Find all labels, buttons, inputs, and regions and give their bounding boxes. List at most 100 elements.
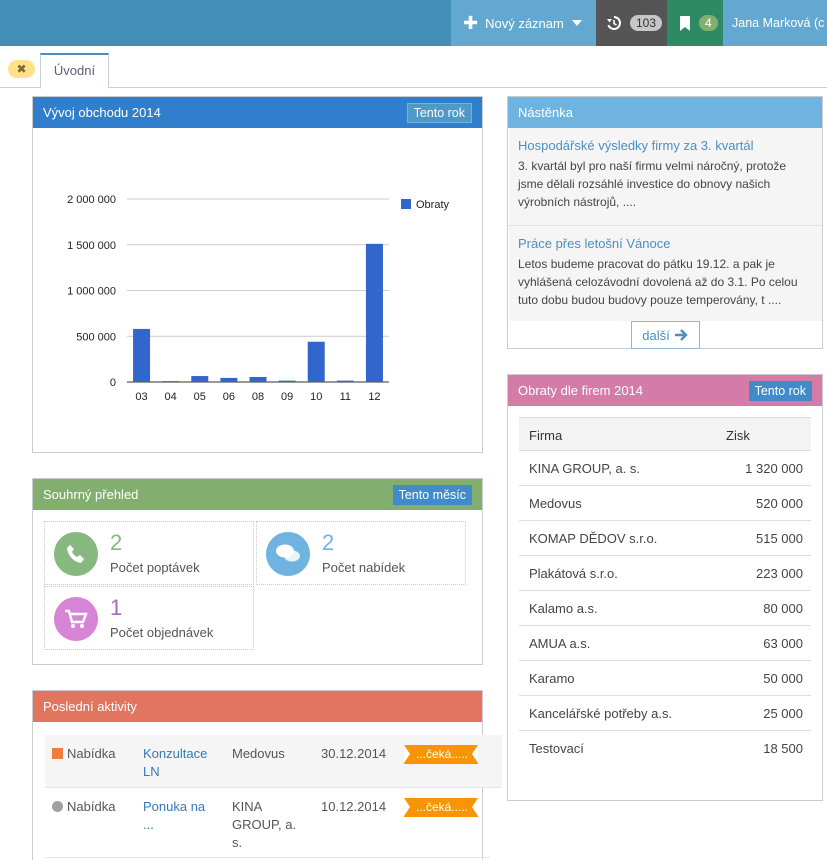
table-row: Karamo 50 000 xyxy=(519,661,811,696)
board-post[interactable]: Práce přes letošní Vánoce Letos budeme p… xyxy=(509,225,822,321)
firm-name: Testovací xyxy=(529,741,584,756)
summary-widget-title: Souhrný přehled xyxy=(43,487,139,502)
history-button[interactable]: 103 xyxy=(596,0,667,46)
table-row: Medovus 520 000 xyxy=(519,486,811,521)
square-bullet-icon xyxy=(52,748,63,759)
firm-profit: 520 000 xyxy=(756,496,803,511)
summary-offers-label: Počet nabídek xyxy=(322,560,406,575)
x-tick-label: 11 xyxy=(340,391,351,403)
firm-profit: 18 500 xyxy=(763,741,803,756)
activity-date: 30.12.2014 xyxy=(321,746,387,761)
tab-uvodni[interactable]: Úvodní xyxy=(40,53,109,89)
legend-label: Obraty xyxy=(416,199,450,211)
summary-orders[interactable]: 1 Počet objednávek xyxy=(44,586,254,650)
board-post-title[interactable]: Hospodářské výsledky firmy za 3. kvartál xyxy=(518,138,813,153)
activity-row[interactable]: Nabídka Konzultace LN Medovus 30.12.2014… xyxy=(45,735,502,788)
summary-period-button[interactable]: Tento měsíc xyxy=(392,485,472,505)
business-widget-header: Vývoj obchodu 2014 Tento rok xyxy=(33,97,482,128)
bookmarks-button[interactable]: 4 xyxy=(667,0,723,46)
activity-type: Nabídka xyxy=(52,746,115,761)
shopping-cart-icon xyxy=(54,597,98,641)
y-tick-label: 2 000 000 xyxy=(67,194,116,206)
business-period-button[interactable]: Tento rok xyxy=(406,103,472,123)
plus-icon: ✚ xyxy=(463,13,479,33)
chart-bar[interactable] xyxy=(249,376,267,382)
activity-subject-link[interactable]: Konzultace LN xyxy=(143,745,218,781)
caret-down-icon xyxy=(571,20,582,26)
board-widget-title: Nástěnka xyxy=(518,105,573,120)
activity-type-label: Nabídka xyxy=(67,799,116,814)
summary-offers[interactable]: 2 Počet nabídek xyxy=(256,521,466,585)
firm-profit: 223 000 xyxy=(756,566,803,581)
column-header-profit[interactable]: Zisk xyxy=(726,428,750,443)
board-post-text: 3. kvartál byl pro naší firmu velmi náro… xyxy=(518,159,787,209)
activities-widget-header: Poslední aktivity xyxy=(33,691,482,722)
summary-widget: Souhrný přehled Tento měsíc 2 Počet popt… xyxy=(32,478,483,665)
firm-name: Kalamo a.s. xyxy=(529,601,598,616)
firms-widget-title: Obraty dle firem 2014 xyxy=(518,383,644,398)
table-row: Kancelářské potřeby a.s. 25 000 xyxy=(519,696,811,731)
board-more-label: další xyxy=(642,327,670,343)
bookmark-icon xyxy=(680,15,690,31)
firm-profit: 1 320 000 xyxy=(745,461,803,476)
x-tick-label: 09 xyxy=(281,391,293,403)
firm-name: Kancelářské potřeby a.s. xyxy=(529,706,673,721)
firms-table-body: KINA GROUP, a. s. 1 320 000 Medovus 520 000… xyxy=(519,451,811,766)
x-tick-label: 06 xyxy=(223,391,235,403)
table-row: KINA GROUP, a. s. 1 320 000 xyxy=(519,451,811,486)
board-post-title[interactable]: Práce přes letošní Vánoce xyxy=(518,236,813,251)
column-header-firm[interactable]: Firma xyxy=(529,428,562,443)
activities-widget: Poslední aktivity Nabídka Konzultace LN … xyxy=(32,690,502,860)
chart-bar[interactable] xyxy=(162,381,180,382)
activities-widget-title: Poslední aktivity xyxy=(43,699,137,714)
x-tick-label: 08 xyxy=(252,391,264,403)
chart-bar[interactable] xyxy=(307,341,325,382)
board-post[interactable]: Hospodářské výsledky firmy za 3. kvartál… xyxy=(509,128,822,225)
summary-orders-label: Počet objednávek xyxy=(110,625,214,640)
firm-name: Medovus xyxy=(529,496,582,511)
new-record-label: Nový záznam xyxy=(485,15,564,31)
activity-status-badge: ...čeká..... xyxy=(404,745,479,764)
chart-bar[interactable] xyxy=(336,380,354,382)
firm-name: Karamo xyxy=(529,671,575,686)
table-row: Testovací 18 500 xyxy=(519,731,811,766)
board-more-button[interactable]: další xyxy=(631,321,700,349)
table-row: Kalamo a.s. 80 000 xyxy=(519,591,811,626)
new-record-button[interactable]: ✚ Nový záznam xyxy=(451,0,596,46)
summary-orders-value: 1 xyxy=(110,595,123,620)
activity-row[interactable]: Nabídka Ponuka na ... KINA GROUP, a. s. … xyxy=(45,788,490,858)
user-menu[interactable]: Jana Marková (c xyxy=(723,0,827,46)
table-row: KOMAP DĚDOV s.r.o. 515 000 xyxy=(519,521,811,556)
y-tick-label: 500 000 xyxy=(76,331,116,343)
chart-bar[interactable] xyxy=(365,243,383,382)
activity-subject-link[interactable]: Ponuka na ... xyxy=(143,798,213,834)
firms-period-button[interactable]: Tento rok xyxy=(748,381,812,401)
board-widget-header: Nástěnka xyxy=(508,97,822,128)
tab-bar: ✖ Úvodní xyxy=(0,46,827,89)
summary-inquiries[interactable]: 2 Počet poptávek xyxy=(44,521,254,585)
firm-name: AMUA a.s. xyxy=(529,636,591,651)
x-tick-label: 12 xyxy=(368,391,380,403)
business-widget-title: Vývoj obchodu 2014 xyxy=(43,105,161,120)
history-count-badge: 103 xyxy=(630,15,663,31)
y-tick-label: 1 000 000 xyxy=(67,286,116,298)
summary-offers-value: 2 xyxy=(322,530,335,555)
history-icon xyxy=(607,15,621,30)
arrow-right-icon xyxy=(674,329,688,341)
business-chart: 0 500 000 1 000 000 1 500 000 2 000 000 03 04 0… xyxy=(67,194,450,403)
x-tick-label: 05 xyxy=(194,391,206,403)
phone-icon xyxy=(54,532,98,576)
close-tabs-icon[interactable]: ✖ xyxy=(8,60,35,78)
firms-table-header: Firma Zisk xyxy=(519,417,811,451)
firm-profit: 50 000 xyxy=(763,671,803,686)
chart-bar[interactable] xyxy=(278,380,296,382)
chart-bar[interactable] xyxy=(191,376,209,382)
firms-widget-header: Obraty dle firem 2014 Tento rok xyxy=(508,375,822,406)
board-post-text: Letos budeme pracovat do pátku 19.12. a … xyxy=(518,257,798,307)
summary-inquiries-value: 2 xyxy=(110,530,123,555)
activity-type-label: Nabídka xyxy=(67,746,116,761)
table-row: Plakátová s.r.o. 223 000 xyxy=(519,556,811,591)
comments-icon xyxy=(266,532,310,576)
chart-bar[interactable] xyxy=(133,328,151,382)
chart-bar[interactable] xyxy=(220,377,238,382)
